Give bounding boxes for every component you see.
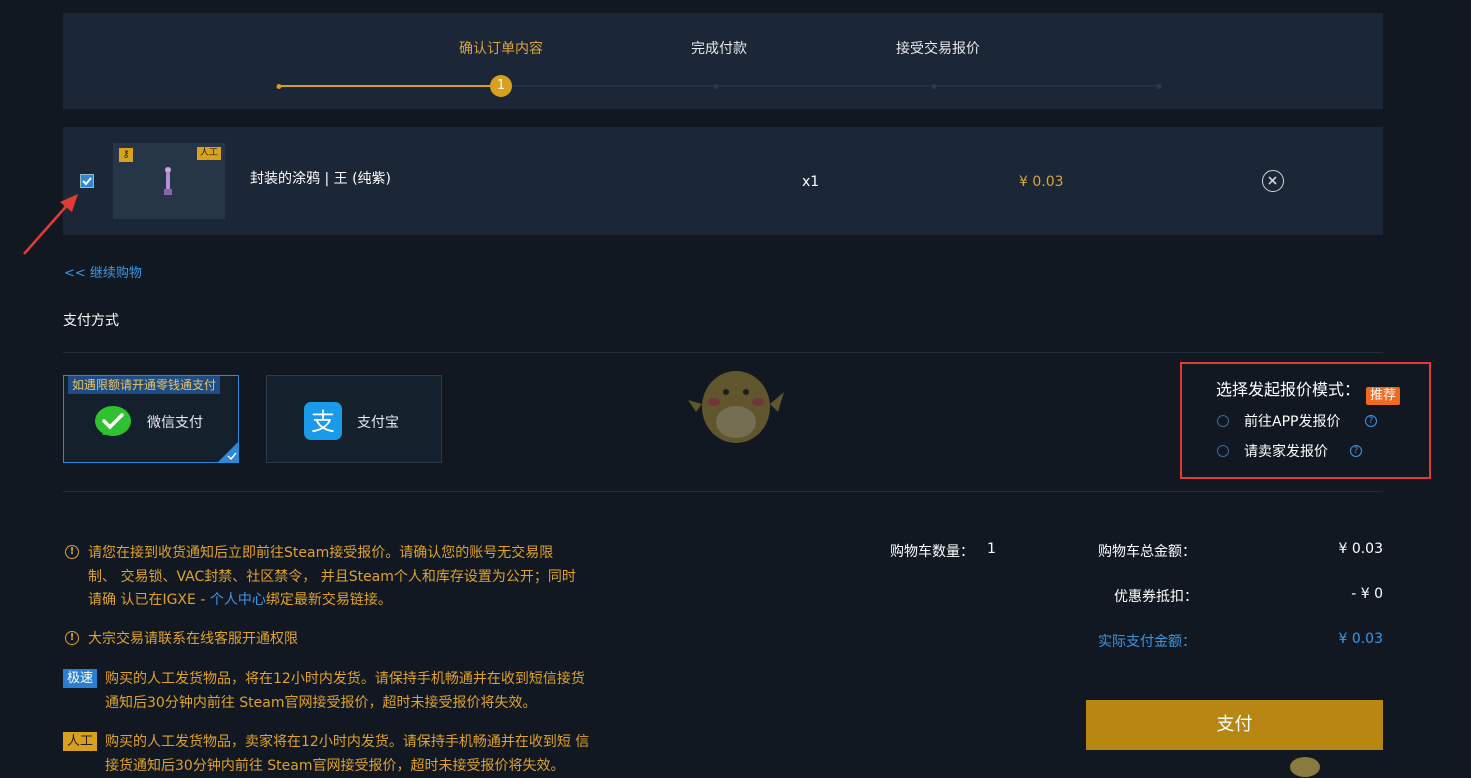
alipay-icon: 支	[304, 402, 342, 440]
current-step-number: 1	[490, 75, 512, 97]
offer-mode-title: 选择发起报价模式：	[1216, 380, 1361, 399]
remove-item-button[interactable]	[1262, 170, 1284, 192]
steam-notice: 请您在接到收货通知后立即前往Steam接受报价。请确认您的账号无交易限 制、 交…	[88, 545, 576, 608]
graffiti-icon	[164, 167, 172, 195]
fast-tag: 极速	[63, 669, 98, 688]
svg-text:支: 支	[311, 408, 335, 436]
personal-center-link[interactable]: 个人中心	[210, 592, 266, 608]
actual-pay-value: ¥ 0.03	[1338, 631, 1383, 647]
actual-pay-label: 实际支付金额：	[1098, 634, 1196, 650]
item-quantity: x1	[802, 174, 820, 190]
order-steps: 1 确认订单内容 完成付款 接受交易报价	[63, 13, 1383, 109]
help-icon[interactable]: ?	[1365, 415, 1377, 427]
cart-total-label: 购物车总金额：	[1098, 544, 1196, 560]
selected-check-icon	[227, 452, 237, 460]
manual-badge: 人工	[196, 147, 221, 160]
option-seller-offer[interactable]: 请卖家发报价	[1244, 441, 1328, 461]
key-badge-icon: ⚷	[119, 148, 133, 162]
cart-count-value: 1	[987, 541, 996, 557]
wechat-limit-note: 如遇限额请开通零钱通支付	[68, 376, 221, 394]
wechat-icon	[95, 406, 131, 436]
step-accept-offer: 接受交易报价	[896, 41, 980, 57]
divider-top	[63, 352, 1383, 353]
cart-total-value: ¥ 0.03	[1338, 541, 1383, 557]
continue-shopping-link[interactable]: << 继续购物	[64, 262, 142, 281]
step-dot-end	[1156, 84, 1162, 89]
step-dot-offer	[931, 84, 937, 89]
cart-item-row: ⚷ 人工 封装的涂鸦 | 王 (纯紫) x1 ¥ 0.03	[63, 127, 1383, 235]
check-icon	[81, 175, 93, 187]
step-dot-payment	[713, 84, 719, 89]
mascot-peek-icon	[1290, 757, 1320, 777]
close-icon	[1268, 176, 1277, 185]
warning-icon: !	[65, 545, 79, 559]
coupon-label: 优惠券抵扣：	[1114, 589, 1198, 605]
divider-bottom	[63, 491, 1383, 492]
manual-tag: 人工	[63, 732, 98, 751]
step-progress-done	[279, 85, 501, 87]
radio-seller-offer[interactable]	[1217, 445, 1229, 457]
coupon-value: - ¥ 0	[1351, 586, 1383, 602]
offer-mode-panel: 选择发起报价模式： 推荐 前往APP发报价 ? 请卖家发报价 ?	[1180, 362, 1431, 479]
mascot-icon	[688, 371, 784, 443]
wechat-pay-option[interactable]: 如遇限额请开通零钱通支付 微信支付	[63, 375, 239, 463]
warning-icon: !	[65, 631, 79, 645]
item-name[interactable]: 封装的涂鸦 | 王 (纯紫)	[250, 168, 391, 188]
item-price: ¥ 0.03	[1019, 174, 1064, 190]
recommend-badge: 推荐	[1366, 387, 1401, 405]
cart-count-label: 购物车数量：	[890, 544, 974, 560]
fast-delivery-notice: 购买的人工发货物品，将在12小时内发货。请保持手机畅通并在收到短信接货 通知后3…	[105, 671, 585, 711]
wechat-pay-label: 微信支付	[147, 415, 203, 431]
item-checkbox[interactable]	[80, 174, 94, 188]
pay-button[interactable]: 支付	[1086, 700, 1383, 750]
bulk-trade-notice: 大宗交易请联系在线客服开通权限	[88, 631, 298, 647]
step-dot-start	[276, 84, 282, 89]
alipay-option[interactable]: 支 支付宝	[266, 375, 442, 463]
help-icon[interactable]: ?	[1350, 445, 1362, 457]
item-image[interactable]: ⚷ 人工	[113, 143, 225, 219]
annotation-arrow-icon	[23, 194, 78, 255]
payment-method-title: 支付方式	[63, 313, 119, 329]
radio-app-offer[interactable]	[1217, 415, 1229, 427]
manual-delivery-notice: 购买的人工发货物品，卖家将在12小时内发货。请保持手机畅通并在收到短 信 接货通…	[105, 734, 590, 774]
step-confirm-order: 确认订单内容	[459, 41, 543, 57]
step-progress-pending	[501, 85, 1159, 87]
step-complete-payment: 完成付款	[691, 41, 747, 57]
option-app-offer[interactable]: 前往APP发报价	[1244, 411, 1340, 431]
alipay-label: 支付宝	[357, 415, 399, 431]
